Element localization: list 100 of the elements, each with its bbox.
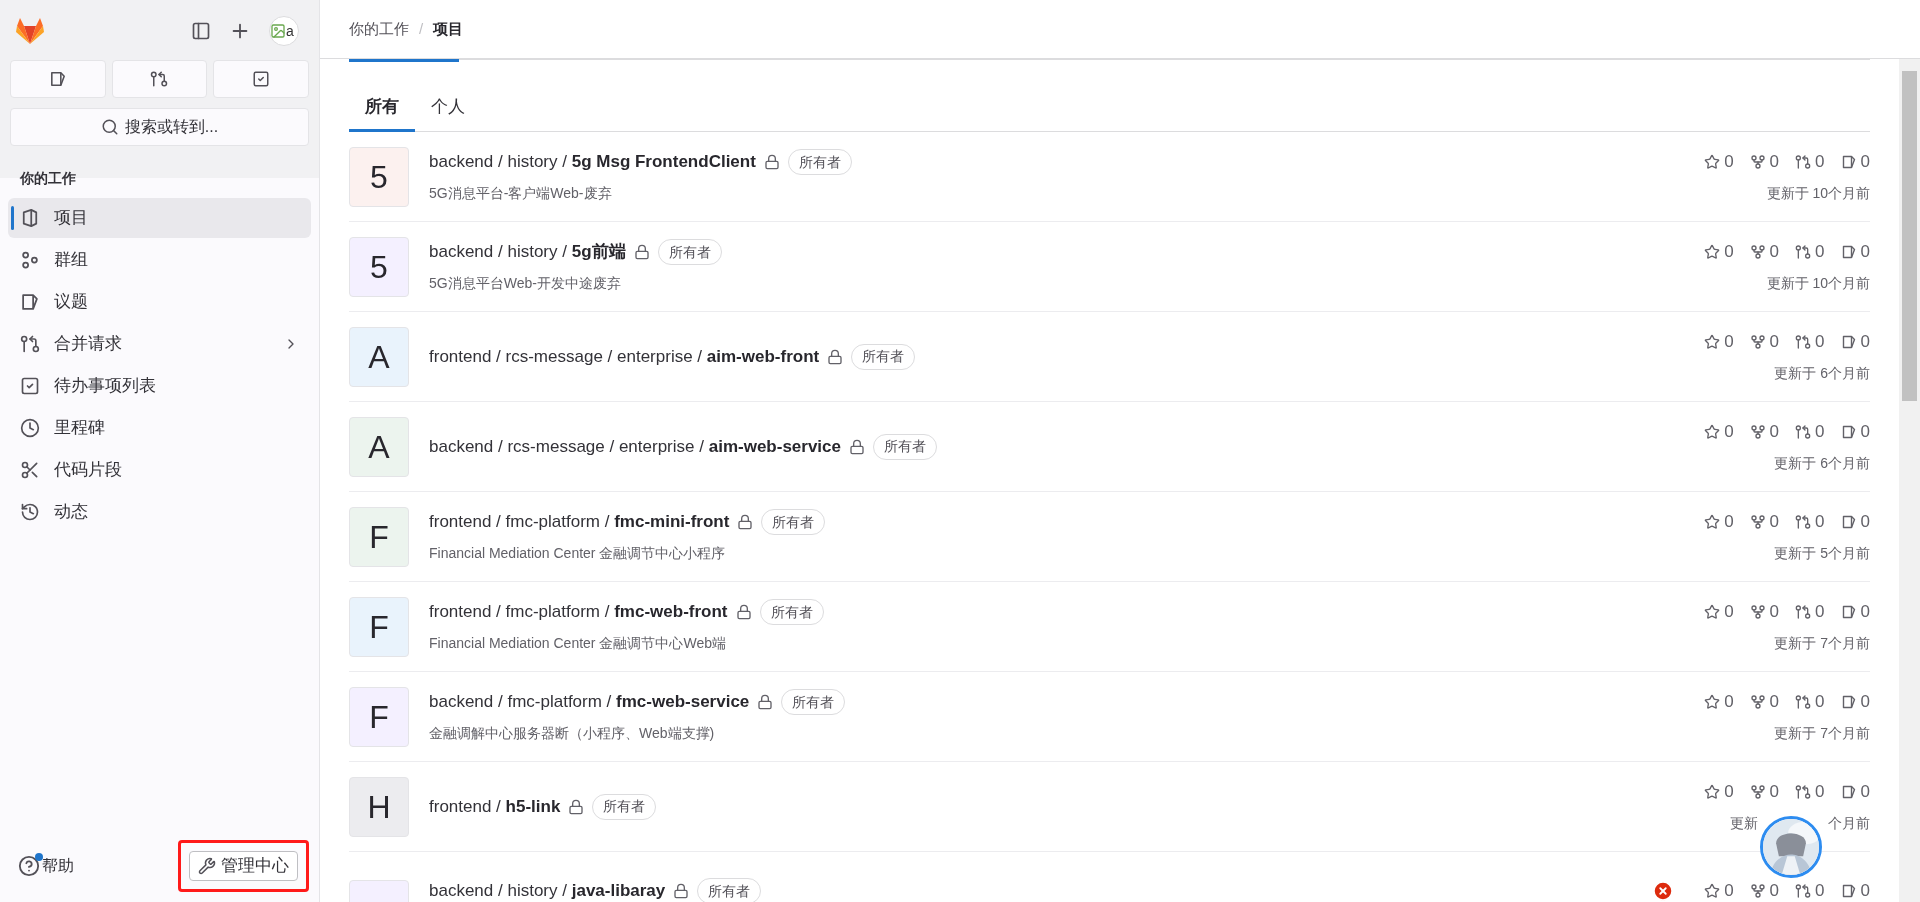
issue-icon: [1840, 694, 1857, 710]
avatar-letter: F: [369, 517, 389, 557]
tab[interactable]: 所有: [349, 84, 415, 132]
stat-count: 0: [1860, 421, 1870, 444]
merge-requests-button[interactable]: [111, 60, 208, 98]
stat-count: 0: [1769, 691, 1780, 714]
project-avatar[interactable]: A: [349, 416, 409, 477]
project-link[interactable]: backend / fmc-platform / fmc-web-service: [429, 689, 750, 715]
search-button[interactable]: 搜索或转到...: [10, 108, 309, 146]
stat-count: 0: [1769, 241, 1780, 264]
nav-item[interactable]: 群组: [8, 240, 311, 280]
clock-icon: [20, 418, 40, 438]
project-avatar[interactable]: 5: [349, 146, 409, 207]
stat-count: 0: [1815, 601, 1825, 624]
merge-request-icon: [1795, 244, 1812, 260]
breadcrumb-link[interactable]: 你的工作: [349, 17, 409, 41]
stat-count: 0: [1860, 601, 1870, 624]
stat-count: 0: [1724, 601, 1734, 624]
avatar-letter: 5: [370, 247, 388, 287]
avatar-letter: H: [367, 787, 391, 827]
star-icon: [1704, 694, 1721, 710]
nav-item[interactable]: 动态: [8, 492, 311, 532]
issue-icon: [1840, 154, 1857, 170]
updated-time: 更新于 7个月前: [1774, 723, 1870, 743]
todo-button[interactable]: [213, 60, 309, 98]
nav-item[interactable]: 代码片段: [8, 450, 311, 490]
todo-icon: [20, 376, 40, 396]
issue-icon: [20, 292, 40, 312]
nav-item[interactable]: 里程碑: [8, 408, 311, 448]
project-link[interactable]: backend / history / 5g Msg FrontendClient: [429, 149, 756, 175]
lock-icon: [827, 348, 844, 365]
project-avatar[interactable]: F: [349, 686, 409, 747]
issue-icon: [1840, 604, 1857, 620]
updated-time: 更新于 6个月前: [1774, 363, 1870, 383]
stat-count: 0: [1769, 781, 1780, 804]
stat-count: 0: [1769, 331, 1780, 354]
project-link[interactable]: frontend / fmc-platform / fmc-mini-front: [429, 509, 730, 535]
stat-count: 0: [1769, 880, 1780, 902]
nav-item[interactable]: 项目: [8, 198, 311, 238]
project-link[interactable]: frontend / fmc-platform / fmc-web-front: [429, 599, 728, 625]
group-icon: [20, 250, 40, 270]
stat-count: 0: [1860, 880, 1870, 902]
updated-time: 更新于 5个月前: [1774, 543, 1870, 563]
scrollbar[interactable]: [1899, 59, 1920, 902]
merge-request-icon: [1795, 784, 1812, 800]
project-avatar[interactable]: H: [349, 776, 409, 837]
project-link[interactable]: frontend / rcs-message / enterprise / aim-web-front: [429, 343, 820, 370]
nav-item[interactable]: 合并请求: [8, 324, 311, 364]
project-description: Financial Mediation Center 金融调节中心小程序: [429, 544, 727, 563]
project-link[interactable]: backend / rcs-message / enterprise / aim-web-service: [429, 433, 841, 460]
lock-icon: [673, 883, 690, 899]
stat-count: 0: [1769, 421, 1780, 444]
lock-icon: [633, 244, 650, 260]
fork-icon: [1749, 154, 1766, 170]
project-link[interactable]: frontend / h5-link: [429, 793, 561, 820]
tab[interactable]: 个人: [415, 84, 481, 132]
nav-item[interactable]: 待办事项列表: [8, 366, 311, 406]
lock-icon: [763, 154, 780, 170]
lock-icon: [568, 798, 585, 815]
updated-time: 更新于 6个月前: [1774, 453, 1870, 473]
stat-count: 0: [1815, 241, 1825, 264]
history-icon: [20, 502, 40, 522]
user-avatar[interactable]: a: [269, 16, 299, 46]
project-avatar[interactable]: F: [349, 596, 409, 657]
avatar-letter: 5: [370, 157, 388, 197]
stat-count: 0: [1815, 691, 1825, 714]
stat-count: 0: [1769, 601, 1780, 624]
issue-icon: [1840, 424, 1857, 440]
updated-time: 个月前: [1828, 813, 1870, 833]
project-description: 5G消息平台Web-开发中途废弃: [429, 274, 622, 293]
failed-status-icon[interactable]: [1652, 879, 1675, 902]
issues-button[interactable]: [10, 60, 106, 98]
admin-area-button[interactable]: 管理中心: [189, 851, 298, 881]
project-description: 5G消息平台-客户端Web-废弃: [429, 184, 613, 203]
project-avatar[interactable]: A: [349, 326, 409, 387]
nav-item[interactable]: 议题: [8, 282, 311, 322]
project-avatar[interactable]: 5: [349, 236, 409, 297]
lock-icon: [849, 438, 865, 455]
fork-icon: [1749, 334, 1766, 350]
fork-icon: [1749, 424, 1766, 440]
broken-image-icon: [270, 23, 286, 39]
project-avatar[interactable]: F: [349, 506, 409, 567]
stat-count: 0: [1815, 151, 1825, 174]
breadcrumb-link[interactable]: 项目: [433, 17, 464, 41]
project-link[interactable]: backend / history / java-libaray: [429, 878, 666, 902]
project-link[interactable]: backend / history / 5g前端: [429, 239, 626, 265]
stat-count: 0: [1815, 511, 1825, 534]
avatar-letter: A: [368, 427, 390, 467]
stat-count: 0: [1724, 880, 1734, 902]
avatar-letter: F: [369, 697, 389, 737]
sidebar-toggle-icon[interactable]: [191, 21, 211, 41]
star-icon: [1704, 514, 1721, 530]
updated-time: 更新: [1730, 813, 1758, 833]
help-link[interactable]: 帮助: [18, 854, 74, 878]
star-icon: [1704, 244, 1721, 260]
stat-count: 0: [1860, 331, 1870, 354]
fork-icon: [1749, 514, 1766, 530]
project-description: 金融调解中心服务器断（小程序、Web端支撑): [429, 724, 716, 743]
stat-count: 0: [1724, 151, 1734, 174]
merge-request-icon: [20, 334, 40, 354]
